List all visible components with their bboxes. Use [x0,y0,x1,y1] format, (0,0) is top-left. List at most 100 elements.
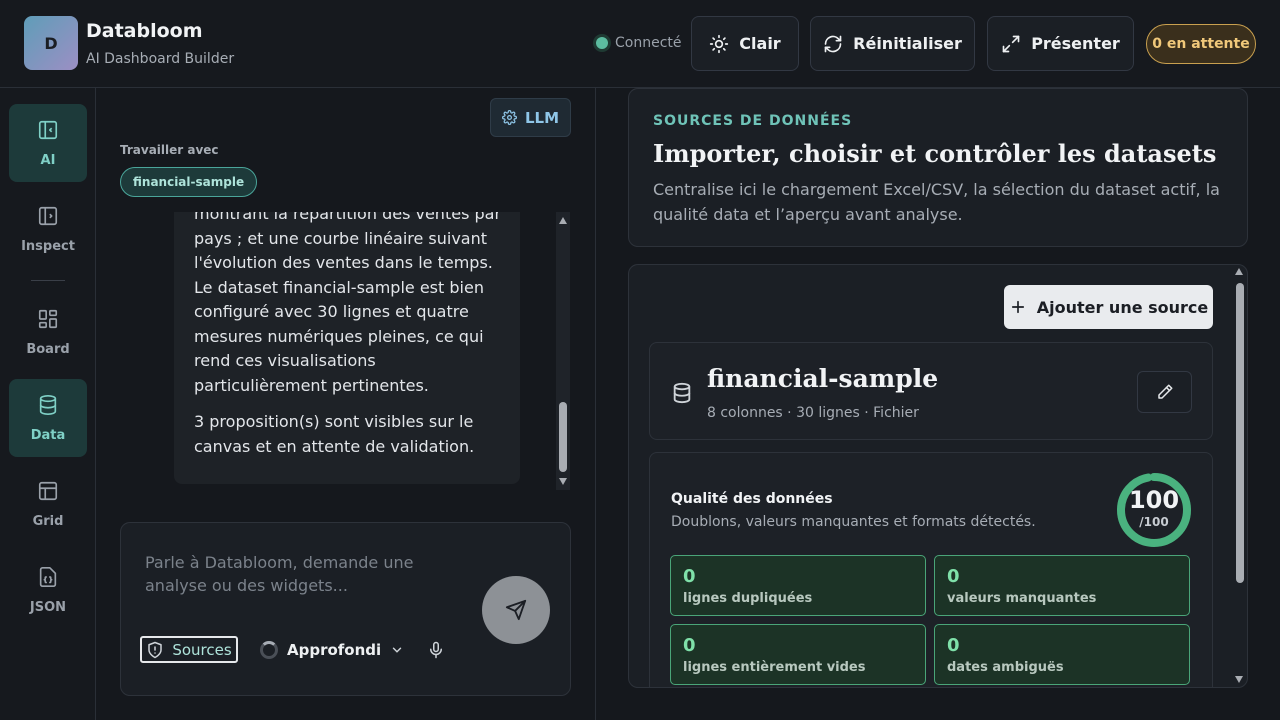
shield-icon [148,641,163,658]
section-eyebrow: SOURCES DE DONNÉES [653,113,853,129]
work-with-label: Travailler avec [120,143,219,157]
metric-label: dates ambiguës [947,660,1064,675]
dataset-name: financial-sample [707,364,939,393]
plus-icon [1011,300,1024,314]
metric-value: 0 [683,566,696,587]
chevron-down-icon [392,647,402,653]
datasets-card: Ajouter une source financial-sample 8 co… [628,264,1248,688]
json-icon [39,566,57,587]
quality-score-max: /100 [1139,515,1169,529]
metric-empty-rows: 0 lignes entièrement vides [670,624,926,685]
microphone-icon[interactable] [427,638,445,662]
sidebar-item-label: Data [30,427,66,443]
present-label: Présenter [1031,34,1120,53]
chat-panel: LLM Travailler avec financial-sample mon… [96,88,596,720]
metric-value: 0 [947,566,960,587]
sidebar-item-ai[interactable]: AI [9,104,87,182]
metric-missing: 0 valeurs manquantes [934,555,1190,616]
quality-score: 100 [1128,486,1180,514]
add-source-label: Ajouter une source [1036,297,1209,317]
header: D Databloom AI Dashboard Builder Connect… [0,0,1280,88]
grid-icon [38,309,58,328]
scroll-down-icon[interactable] [559,478,567,485]
sidebar-item-board[interactable]: Board [9,293,87,371]
section-title: Importer, choisir et contrôler les datas… [653,139,1217,168]
sidebar-divider [31,280,65,281]
metric-label: valeurs manquantes [947,591,1097,606]
data-quality-card: Qualité des données Doublons, valeurs ma… [649,452,1213,687]
sources-toggle[interactable]: Sources [140,636,238,663]
dataset-chip[interactable]: financial-sample [120,167,258,197]
assistant-message: montrant la répartition des ventes par p… [174,212,520,484]
send-icon [505,599,527,621]
message-list: montrant la répartition des ventes par p… [120,212,572,490]
scrollbar-thumb[interactable] [1236,283,1244,583]
refresh-icon [824,35,842,52]
metric-label: lignes dupliquées [683,591,813,606]
metric-value: 0 [683,635,696,656]
database-icon [673,382,691,404]
scroll-up-icon[interactable] [559,217,567,224]
theme-label: Clair [739,34,781,53]
message-paragraph: montrant la répartition des ventes par p… [194,212,502,395]
panel-right-icon [38,206,58,225]
connection-status: Connecté [596,35,682,51]
metric-ambiguous-dates: 0 dates ambiguës [934,624,1190,685]
sources-label: Sources [172,640,232,659]
theme-button[interactable]: Clair [691,16,799,71]
message-paragraph: 3 proposition(s) sont visibles sur le ca… [194,412,475,456]
scroll-up-icon[interactable] [1235,268,1243,275]
sidebar-item-label: Grid [32,513,64,529]
sidebar-item-data[interactable]: Data [9,379,87,457]
table-icon [38,481,58,500]
present-button[interactable]: Présenter [987,16,1134,71]
composer: Sources Approfondi [120,522,571,696]
metric-duplicates: 0 lignes dupliquées [670,555,926,616]
chat-input[interactable] [145,551,475,601]
status-label: Connecté [615,35,682,51]
expand-icon [1002,35,1020,52]
sidebar-item-label: Board [26,341,70,357]
edit-dataset-button[interactable] [1137,371,1192,413]
app-name: Databloom [86,20,203,42]
reset-button[interactable]: Réinitialiser [810,16,975,71]
spinner-icon [260,641,278,659]
sun-icon [710,34,729,53]
sidebar: AI Inspect Board Data Grid JSON [0,88,96,720]
data-sources-header-card: SOURCES DE DONNÉES Importer, choisir et … [628,88,1248,247]
app-subtitle: AI Dashboard Builder [86,51,235,67]
data-panel: SOURCES DE DONNÉES Importer, choisir et … [596,88,1280,720]
llm-label: LLM [524,108,560,127]
sidebar-item-grid[interactable]: Grid [9,465,87,543]
sidebar-item-json[interactable]: JSON [9,551,87,629]
dataset-card[interactable]: financial-sample 8 colonnes · 30 lignes … [649,342,1213,440]
database-icon [39,394,57,415]
panel-left-icon [38,120,58,139]
quality-score-gauge: 100 /100 [1116,472,1192,548]
sidebar-item-label: AI [40,152,56,168]
status-dot-icon [596,37,608,49]
quality-title: Qualité des données [671,491,833,507]
metric-label: lignes entièrement vides [683,660,866,675]
data-scrollbar[interactable] [1232,266,1248,686]
metric-value: 0 [947,635,960,656]
gear-icon [502,110,517,125]
quality-subtitle: Doublons, valeurs manquantes et formats … [671,514,1036,530]
add-source-button[interactable]: Ajouter une source [1004,285,1213,329]
sidebar-item-label: JSON [29,599,67,615]
sidebar-item-inspect[interactable]: Inspect [9,190,87,268]
scroll-down-icon[interactable] [1235,676,1243,683]
mode-label: Approfondi [287,641,382,659]
scrollbar-thumb[interactable] [559,402,567,472]
dataset-meta: 8 colonnes · 30 lignes · Fichier [707,405,919,421]
chat-scrollbar[interactable] [556,212,570,490]
pencil-icon [1157,384,1172,399]
send-button[interactable] [482,576,550,644]
pending-badge[interactable]: 0 en attente [1146,24,1256,64]
app-logo: D [24,16,78,70]
reset-label: Réinitialiser [853,34,962,53]
section-description: Centralise ici le chargement Excel/CSV, … [653,180,1220,224]
llm-settings-button[interactable]: LLM [490,98,571,137]
sidebar-item-label: Inspect [21,238,75,254]
mode-select[interactable]: Approfondi [260,638,404,662]
